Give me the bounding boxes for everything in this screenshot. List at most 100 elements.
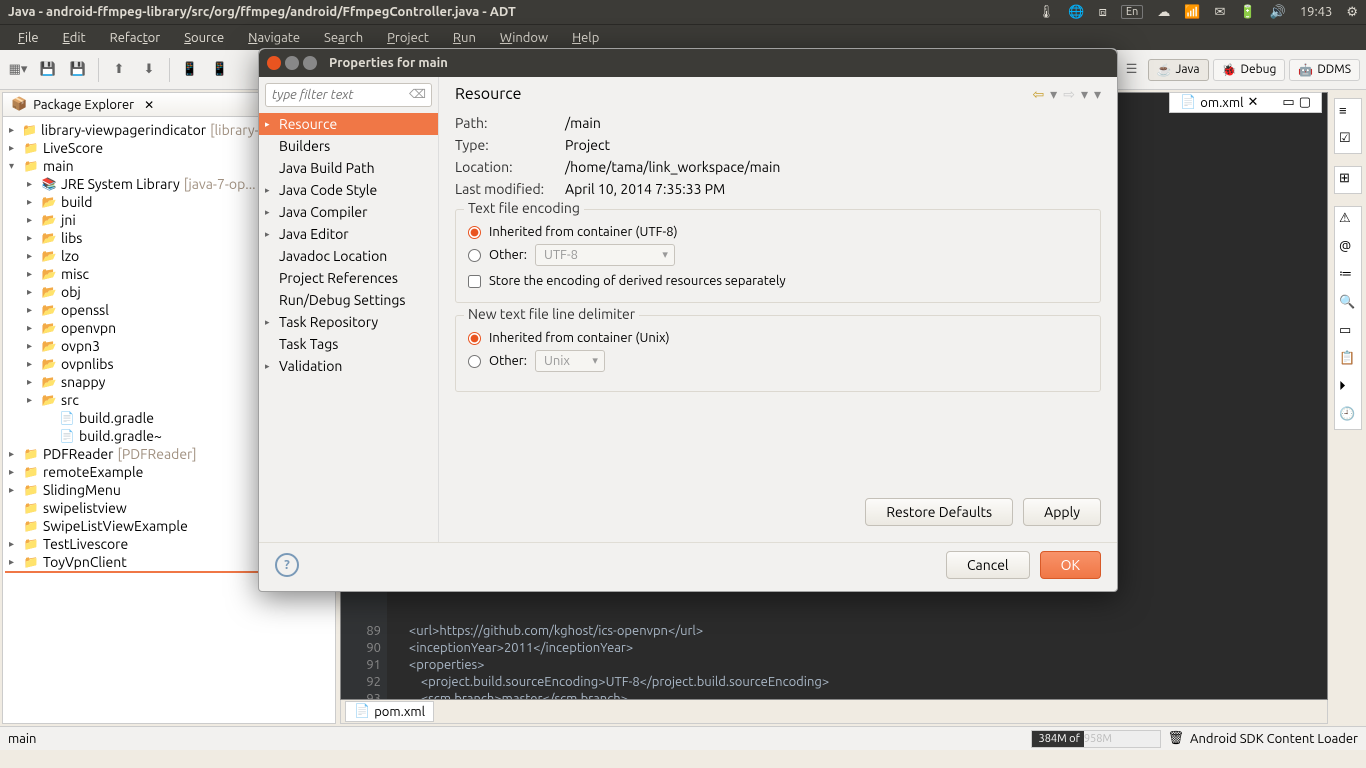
category-item[interactable]: ▸Java Code Style [259,179,438,201]
encoding-inherited-radio[interactable] [468,226,481,239]
maximize-icon[interactable]: ▢ [1299,95,1311,110]
delim-inherited-radio[interactable] [468,332,481,345]
problems-icon[interactable]: ⚠ [1339,211,1357,229]
gear-icon[interactable]: ⚙ [1346,5,1358,20]
encoding-group: Text file encoding Inherited from contai… [455,209,1101,303]
declaration-icon[interactable]: ≔ [1339,267,1357,285]
menu-help[interactable]: Help [562,29,609,47]
memory-monitor[interactable]: 384M of 958M [1031,730,1161,748]
back-menu-icon[interactable]: ▾ [1050,86,1057,103]
minimize-window-button[interactable] [285,56,299,70]
maximize-window-button[interactable] [303,56,317,70]
trash-icon[interactable]: 🗑 [1167,731,1184,746]
search-icon[interactable]: 🔍 [1339,295,1357,313]
category-item[interactable]: Builders [259,135,438,157]
help-icon[interactable]: ? [275,553,299,577]
perspective-java[interactable]: ☕Java [1148,59,1209,81]
menu-search[interactable]: Search [314,29,373,47]
save-button[interactable]: 💾 [36,58,60,82]
menubar: File Edit Refactor Source Navigate Searc… [0,24,1366,50]
avd-button[interactable]: 📱 [208,58,232,82]
dropbox-icon[interactable]: ⧈ [1099,5,1107,20]
prop-loc-key: Location: [455,159,565,175]
category-item[interactable]: ▸Resource [259,113,438,135]
prop-path-key: Path: [455,115,565,131]
open-perspective-button[interactable]: ☰ [1120,58,1144,82]
new-button[interactable]: ▦▾ [6,58,30,82]
editor-tab-bottom-pom[interactable]: 📄 pom.xml [345,701,434,722]
javadoc-icon[interactable]: @ [1339,239,1357,257]
delimiter-group: New text file line delimiter Inherited f… [455,315,1101,392]
restore-defaults-button[interactable]: Restore Defaults [865,498,1013,526]
menu-file[interactable]: File [8,29,49,47]
thermometer-icon[interactable]: 🌡 [1038,5,1055,20]
logcat-icon[interactable]: 📋 [1339,351,1357,369]
status-left: main [8,732,36,746]
window-title: Java - android-ffmpeg-library/src/org/ff… [8,5,1038,19]
menu-project[interactable]: Project [377,29,439,47]
menu-refactor[interactable]: Refactor [100,29,171,47]
menu-window[interactable]: Window [490,29,558,47]
menu-run[interactable]: Run [443,29,486,47]
prop-type-val: Project [565,137,1101,153]
filter-input[interactable] [265,83,432,107]
menu-source[interactable]: Source [174,29,234,47]
category-item[interactable]: ▸Validation [259,355,438,377]
store-derived-checkbox[interactable] [468,275,481,288]
volume-icon[interactable]: 🔊 [1270,5,1286,20]
apply-button[interactable]: Apply [1023,498,1101,526]
console-icon[interactable]: ▭ [1339,323,1357,341]
perspective-debug[interactable]: 🐞Debug [1213,59,1286,81]
category-item[interactable]: ▸Java Compiler [259,201,438,223]
prop-type-key: Type: [455,137,565,153]
download-button[interactable]: ⬇ [137,58,161,82]
back-icon[interactable]: ⇦ [1032,86,1044,103]
encoding-other-radio[interactable] [468,249,481,262]
menu-edit[interactable]: Edit [53,29,96,47]
xml-file-icon: 📄 [354,704,370,719]
cancel-button[interactable]: Cancel [946,551,1030,579]
prop-path-val: /main [565,115,1101,131]
fwd-menu-icon[interactable]: ▾ [1081,86,1088,103]
outline-icon[interactable]: ⊞ [1339,171,1357,189]
outline-icon[interactable]: ≡ [1339,103,1357,121]
globe-icon[interactable]: 🌐 [1068,5,1084,20]
dialog-title-bar[interactable]: Properties for main [259,49,1117,77]
delim-select[interactable]: Unix [535,350,605,372]
category-item[interactable]: Task Tags [259,333,438,355]
category-item[interactable]: Java Build Path [259,157,438,179]
save-all-button[interactable]: 💾 [66,58,90,82]
ok-button[interactable]: OK [1040,551,1101,579]
category-item[interactable]: ▸Java Editor [259,223,438,245]
dialog-heading: Resource [455,85,521,103]
mail-icon[interactable]: ✉ [1215,5,1226,20]
progress-icon[interactable]: ⏵ [1339,379,1357,397]
menu-icon[interactable]: ▾ [1094,86,1101,103]
wifi-icon[interactable]: 📶 [1184,5,1200,20]
android-sdk-button[interactable]: 📱 [178,58,202,82]
lang-indicator[interactable]: En [1121,5,1143,19]
close-icon[interactable]: ✕ [144,98,154,112]
close-icon[interactable]: ✕ [1248,95,1259,110]
close-window-button[interactable] [267,56,281,70]
upload-button[interactable]: ⬆ [107,58,131,82]
encoding-select[interactable]: UTF-8 [535,244,675,266]
category-item[interactable]: Javadoc Location [259,245,438,267]
bug-icon: 🐞 [1222,63,1237,77]
editor-tab-pom[interactable]: 📄 om.xml ✕ ▭ ▢ [1169,92,1322,113]
category-item[interactable]: Project References [259,267,438,289]
category-item[interactable]: ▸Task Repository [259,311,438,333]
tasks-icon[interactable]: ☑ [1339,131,1357,149]
cloud-icon[interactable]: ☁ [1157,5,1170,20]
history-icon[interactable]: 🕘 [1339,407,1357,425]
menu-navigate[interactable]: Navigate [238,29,310,47]
battery-icon[interactable]: 🔋 [1239,5,1255,20]
delim-other-radio[interactable] [468,355,481,368]
clock[interactable]: 19:43 [1300,5,1333,19]
clear-filter-icon[interactable]: ⌫ [409,87,426,101]
perspective-ddms[interactable]: 🤖DDMS [1289,59,1360,81]
category-item[interactable]: Run/Debug Settings [259,289,438,311]
forward-icon[interactable]: ⇨ [1063,86,1075,103]
system-title-bar: Java - android-ffmpeg-library/src/org/ff… [0,0,1366,24]
minimize-icon[interactable]: ▭ [1282,95,1294,110]
